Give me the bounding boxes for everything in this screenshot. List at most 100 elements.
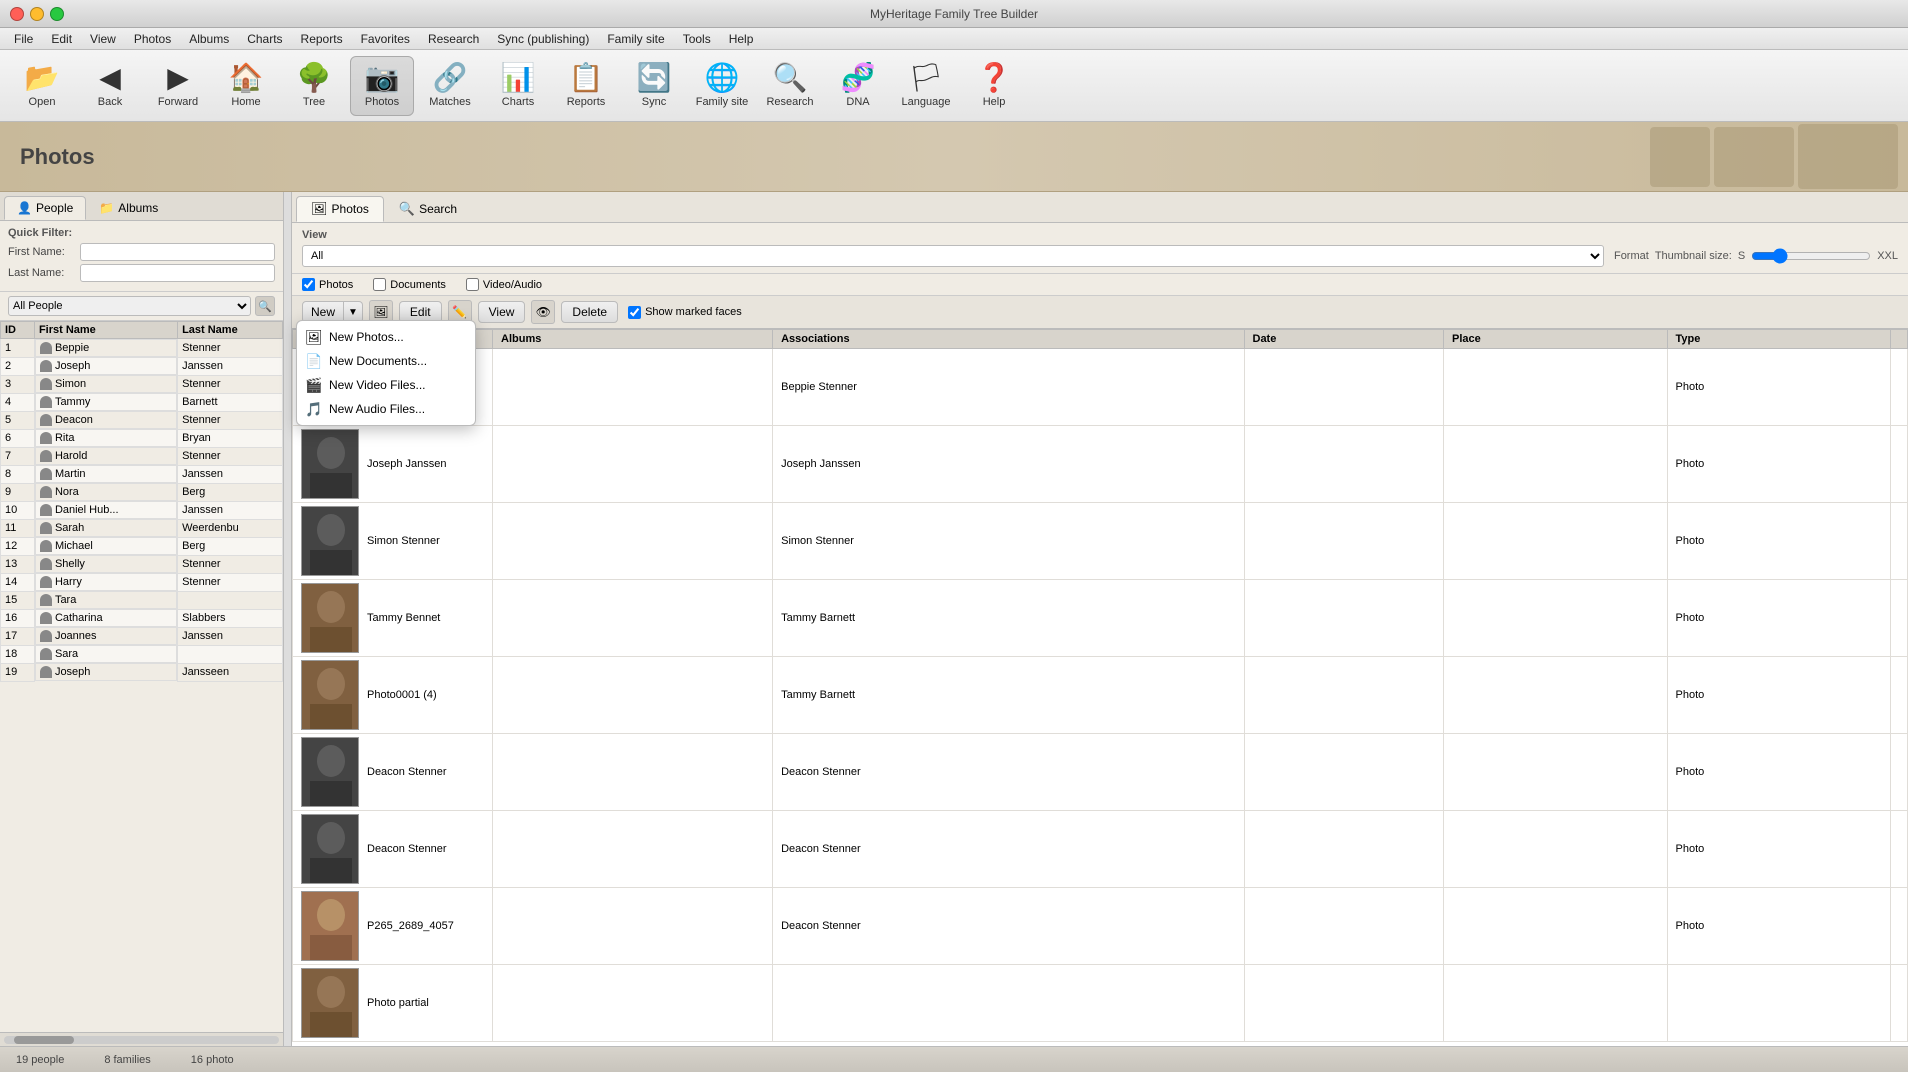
photos-button[interactable]: 📷 Photos xyxy=(350,56,414,116)
photo-row[interactable]: Photo partial xyxy=(293,965,1908,1042)
tab-photos[interactable]: 🖼 Photos xyxy=(296,196,384,222)
last-name-input[interactable] xyxy=(80,264,275,282)
photo-date xyxy=(1244,811,1444,888)
people-table-row[interactable]: 9 Nora Berg xyxy=(1,483,283,501)
charts-button[interactable]: 📊 Charts xyxy=(486,56,550,116)
people-table-row[interactable]: 2 Joseph Janssen xyxy=(1,357,283,375)
research-button[interactable]: 🔍 Research xyxy=(758,56,822,116)
show-marked-faces-checkbox[interactable] xyxy=(628,306,641,319)
menu-research[interactable]: Research xyxy=(420,30,487,48)
first-name-input[interactable] xyxy=(80,243,275,261)
back-button[interactable]: ◀ Back xyxy=(78,56,142,116)
action-bar: New ▼ 🖼 Edit ✏️ View 👁 Delete Show marke… xyxy=(292,296,1908,329)
show-marked-faces-item[interactable]: Show marked faces xyxy=(628,306,742,319)
thumbnail-size-slider[interactable] xyxy=(1751,248,1871,264)
people-table-row[interactable]: 11 Sarah Weerdenbu xyxy=(1,519,283,537)
people-table-row[interactable]: 1 Beppie Stenner xyxy=(1,339,283,358)
dropdown-new-video-label: New Video Files... xyxy=(329,378,426,392)
dropdown-new-photos[interactable]: 🖼 New Photos... xyxy=(297,325,475,349)
filter-checks: Photos Documents Video/Audio xyxy=(292,274,1908,296)
view-button[interactable]: View xyxy=(478,301,526,323)
open-button[interactable]: 📂 Open xyxy=(10,56,74,116)
photo-row[interactable]: Deacon Stenner Deacon Stenner Photo xyxy=(293,811,1908,888)
family-site-button[interactable]: 🌐 Family site xyxy=(690,56,754,116)
people-table-row[interactable]: 4 Tammy Barnett xyxy=(1,393,283,411)
view-select[interactable]: All xyxy=(302,245,1604,267)
people-table-row[interactable]: 10 Daniel Hub... Janssen xyxy=(1,501,283,519)
menu-reports[interactable]: Reports xyxy=(293,30,351,48)
sync-button[interactable]: 🔄 Sync xyxy=(622,56,686,116)
maximize-button[interactable] xyxy=(50,7,64,21)
video-audio-check-item[interactable]: Video/Audio xyxy=(466,278,542,291)
people-search-button[interactable]: 🔍 xyxy=(255,296,275,316)
menu-tools[interactable]: Tools xyxy=(675,30,719,48)
person-id: 5 xyxy=(1,411,35,429)
help-button[interactable]: ❓ Help xyxy=(962,56,1026,116)
menu-edit[interactable]: Edit xyxy=(43,30,80,48)
matches-button[interactable]: 🔗 Matches xyxy=(418,56,482,116)
people-table-row[interactable]: 19 Joseph Jansseen xyxy=(1,663,283,681)
documents-check-item[interactable]: Documents xyxy=(373,278,446,291)
dropdown-new-documents[interactable]: 📄 New Documents... xyxy=(297,349,475,373)
documents-checkbox[interactable] xyxy=(373,278,386,291)
photo-row[interactable]: Deacon Stenner Deacon Stenner Photo xyxy=(293,734,1908,811)
help-label: Help xyxy=(983,96,1006,108)
dna-button[interactable]: 🧬 DNA xyxy=(826,56,890,116)
menu-file[interactable]: File xyxy=(6,30,41,48)
view-icon-button[interactable]: 👁 xyxy=(531,300,555,324)
forward-button[interactable]: ▶ Forward xyxy=(146,56,210,116)
menu-albums[interactable]: Albums xyxy=(181,30,237,48)
people-select-row: All People 🔍 xyxy=(0,292,283,321)
people-table-row[interactable]: 8 Martin Janssen xyxy=(1,465,283,483)
photo-row[interactable]: Simon Stenner Simon Stenner Photo xyxy=(293,503,1908,580)
dropdown-new-audio[interactable]: 🎵 New Audio Files... xyxy=(297,397,475,421)
people-table-row[interactable]: 17 Joannes Janssen xyxy=(1,627,283,645)
photos-check-item[interactable]: Photos xyxy=(302,278,353,291)
photo-row[interactable]: Joseph Janssen Joseph Janssen Photo xyxy=(293,426,1908,503)
delete-button[interactable]: Delete xyxy=(561,301,618,323)
help-icon: ❓ xyxy=(977,64,1012,92)
tab-people[interactable]: 👤 People xyxy=(4,196,86,220)
language-button[interactable]: 🏳 Language xyxy=(894,56,958,116)
people-table-row[interactable]: 18 Sara xyxy=(1,645,283,663)
scroll-thumb[interactable] xyxy=(14,1036,74,1044)
menu-sync[interactable]: Sync (publishing) xyxy=(489,30,597,48)
tab-search[interactable]: 🔍 Search xyxy=(384,196,472,222)
people-table-row[interactable]: 5 Deacon Stenner xyxy=(1,411,283,429)
photo-row[interactable]: P265_2689_4057 Deacon Stenner Photo xyxy=(293,888,1908,965)
reports-button[interactable]: 📋 Reports xyxy=(554,56,618,116)
menu-help[interactable]: Help xyxy=(721,30,762,48)
home-button[interactable]: 🏠 Home xyxy=(214,56,278,116)
window-controls[interactable] xyxy=(10,7,64,21)
photo-row[interactable]: Beppie Stenner Beppie Stenner Photo xyxy=(293,349,1908,426)
people-table-row[interactable]: 7 Harold Stenner xyxy=(1,447,283,465)
panel-resizer[interactable] xyxy=(284,192,292,1046)
photos-checkbox[interactable] xyxy=(302,278,315,291)
people-table-row[interactable]: 13 Shelly Stenner xyxy=(1,555,283,573)
menu-view[interactable]: View xyxy=(82,30,124,48)
menu-charts[interactable]: Charts xyxy=(239,30,290,48)
people-table-row[interactable]: 15 Tara xyxy=(1,591,283,609)
video-audio-checkbox[interactable] xyxy=(466,278,479,291)
menu-photos[interactable]: Photos xyxy=(126,30,179,48)
photo-thumbnail xyxy=(301,429,359,499)
menu-favorites[interactable]: Favorites xyxy=(353,30,418,48)
size-max-label: XXL xyxy=(1877,250,1898,262)
photos-tab-label: Photos xyxy=(332,202,369,216)
people-table-row[interactable]: 12 Michael Berg xyxy=(1,537,283,555)
tab-albums[interactable]: 📁 Albums xyxy=(86,196,171,220)
people-table-row[interactable]: 3 Simon Stenner xyxy=(1,375,283,393)
photo-row[interactable]: Photo0001 (4) Tammy Barnett Photo xyxy=(293,657,1908,734)
people-table-row[interactable]: 16 Catharina Slabbers xyxy=(1,609,283,627)
minimize-button[interactable] xyxy=(30,7,44,21)
dropdown-new-video[interactable]: 🎬 New Video Files... xyxy=(297,373,475,397)
photo-row[interactable]: Tammy Bennet Tammy Barnett Photo xyxy=(293,580,1908,657)
close-button[interactable] xyxy=(10,7,24,21)
tree-button[interactable]: 🌳 Tree xyxy=(282,56,346,116)
people-table-row[interactable]: 6 Rita Bryan xyxy=(1,429,283,447)
people-select[interactable]: All People xyxy=(8,296,251,316)
person-lastname: Berg xyxy=(178,483,283,501)
menu-family-site[interactable]: Family site xyxy=(599,30,672,48)
people-table-row[interactable]: 14 Harry Stenner xyxy=(1,573,283,591)
photo-place xyxy=(1444,349,1667,426)
